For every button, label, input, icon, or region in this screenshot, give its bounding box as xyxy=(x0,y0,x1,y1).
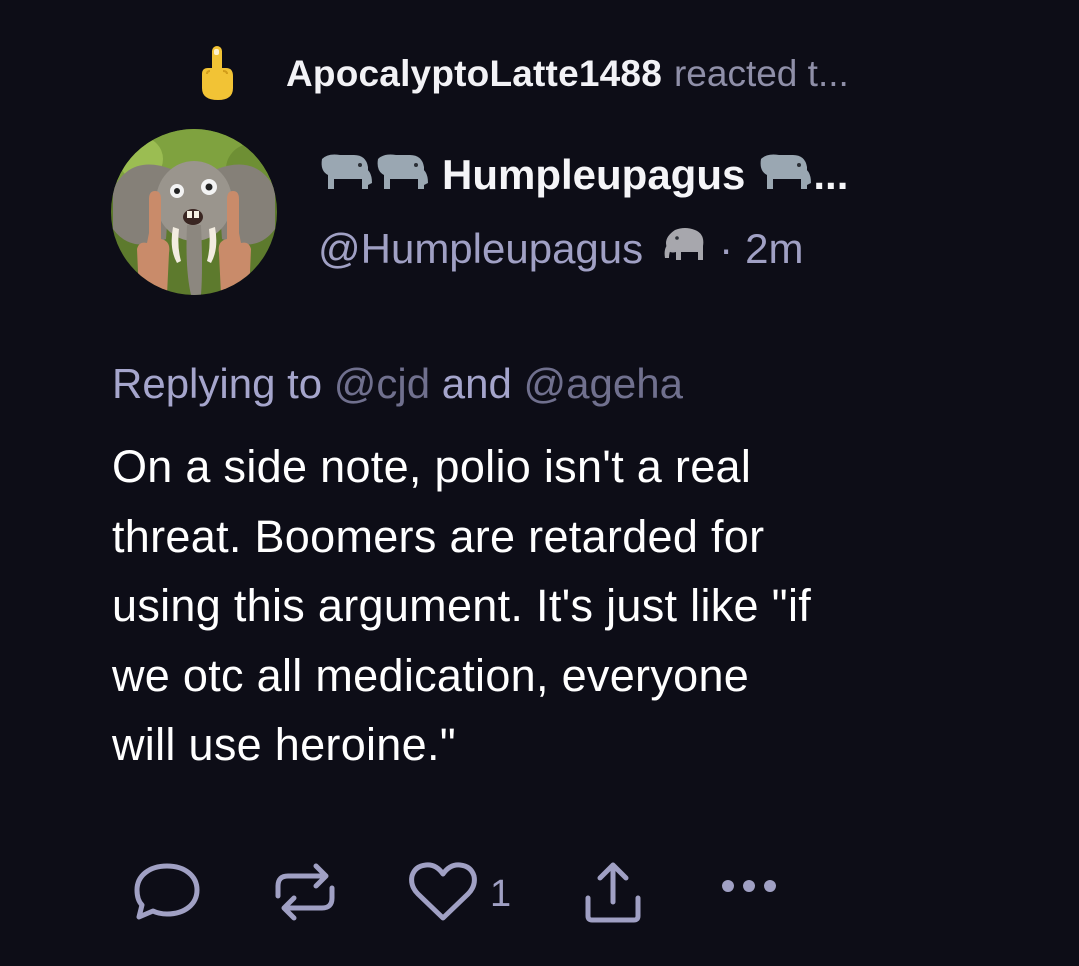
share-icon xyxy=(580,858,646,931)
repost-icon xyxy=(270,858,340,931)
share-button[interactable] xyxy=(580,860,646,928)
separator-dot: · xyxy=(719,225,734,272)
repost-button[interactable] xyxy=(270,860,340,928)
author-name-row[interactable]: Humpleupagus ... xyxy=(318,147,848,203)
more-button[interactable] xyxy=(718,860,788,928)
post-timestamp[interactable]: 2m xyxy=(745,225,803,273)
elephant-icon xyxy=(757,149,813,202)
elephant-icon xyxy=(661,224,709,274)
avatar[interactable] xyxy=(111,129,277,295)
heart-icon xyxy=(408,858,478,931)
post-body: On a side note, polio isn't a real threa… xyxy=(112,432,992,780)
like-count: 1 xyxy=(490,872,512,915)
author-name[interactable]: Humpleupagus xyxy=(442,151,745,199)
elephant-icon xyxy=(318,149,430,202)
name-ellipsis: ... xyxy=(813,151,849,198)
post-text-line: will use heroine." xyxy=(112,719,457,770)
like-button[interactable]: 1 xyxy=(408,860,511,928)
post-text-line: using this argument. It's just like "if xyxy=(112,580,812,631)
post-text-line: threat. Boomers are retarded for xyxy=(112,510,765,562)
mention-link[interactable]: @ageha xyxy=(524,360,683,407)
reply-button[interactable] xyxy=(130,860,204,928)
action-bar: 1 xyxy=(130,860,830,928)
comment-icon xyxy=(130,858,204,931)
post-text-line: we otc all medication, everyone xyxy=(112,649,750,701)
mention-link[interactable]: @cjd xyxy=(334,360,430,407)
post-text-line: On a side note, polio isn't a real xyxy=(112,441,752,492)
more-icon xyxy=(718,858,788,931)
middle-finger-icon xyxy=(193,44,241,104)
reactor-name[interactable]: ApocalyptoLatte1488 xyxy=(286,53,662,95)
reaction-header: ApocalyptoLatte1488 reacted t... xyxy=(193,44,849,104)
author-handle[interactable]: @Humpleupagus xyxy=(318,225,643,273)
replying-and: and xyxy=(441,360,512,407)
reaction-text: reacted t... xyxy=(673,53,849,94)
handle-row: @Humpleupagus · 2m xyxy=(318,222,804,276)
replying-prefix: Replying to xyxy=(112,360,323,407)
replying-to: Replying to @cjd and @ageha xyxy=(112,360,683,408)
